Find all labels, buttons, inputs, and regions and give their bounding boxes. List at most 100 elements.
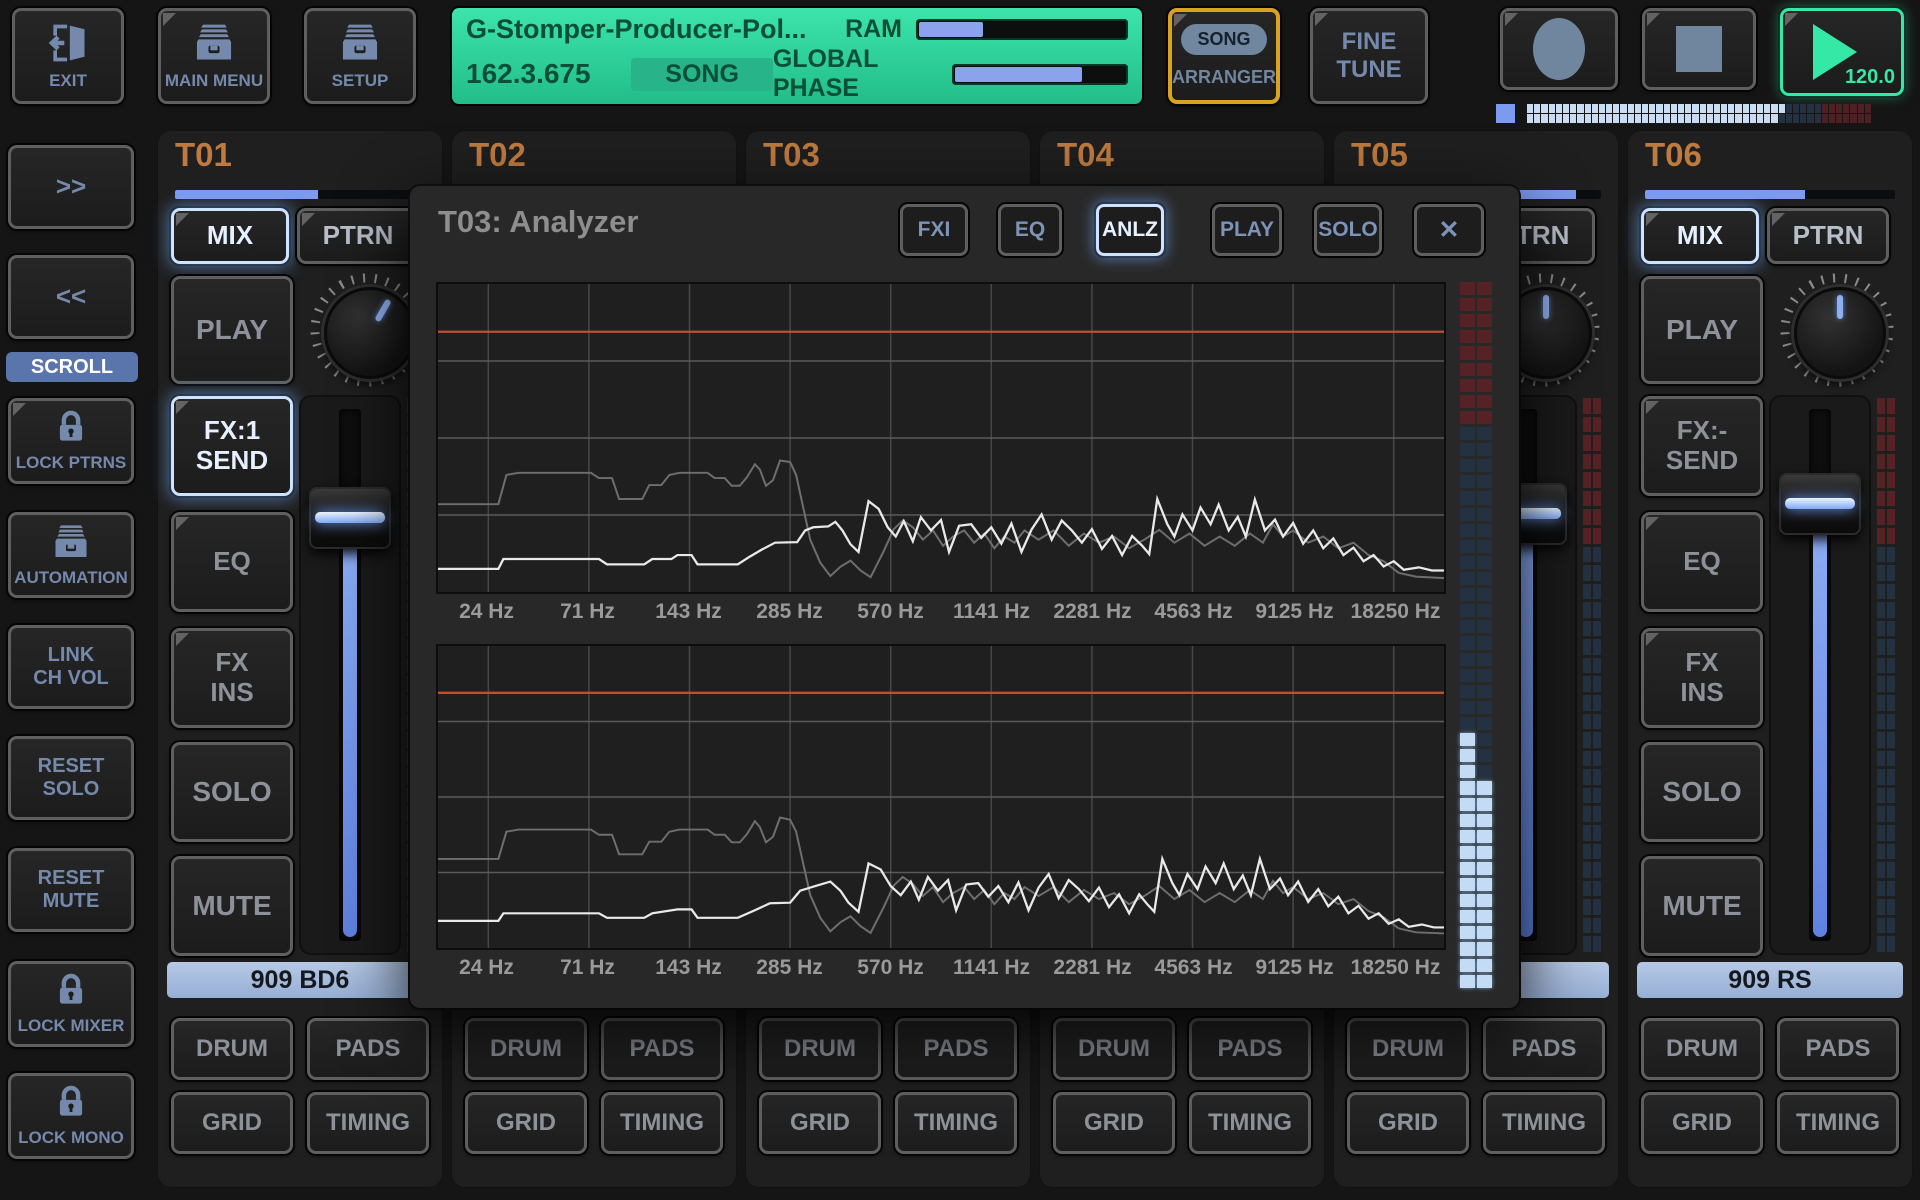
grid-button[interactable]: GRID <box>465 1092 587 1154</box>
track-progress-fill <box>175 190 318 199</box>
dialog-solo-button[interactable]: SOLO <box>1314 204 1382 256</box>
timing-button[interactable]: TIMING <box>307 1092 429 1154</box>
project-name: G-Stomper-Producer-Pol... <box>466 14 807 45</box>
song-arranger-button[interactable]: SONG ARRANGER <box>1168 8 1280 104</box>
sound-name-chip[interactable]: 909 RS <box>1637 962 1903 998</box>
track-title: T02 <box>469 136 526 174</box>
track-play-button[interactable]: PLAY <box>1641 276 1763 384</box>
lock-patterns-button[interactable]: LOCK PTRNS <box>8 398 134 484</box>
timing-button[interactable]: TIMING <box>895 1092 1017 1154</box>
dialog-fxi-tab[interactable]: FXI <box>900 204 968 256</box>
ptrn-button[interactable]: PTRN <box>297 208 419 264</box>
drum-button[interactable]: DRUM <box>1053 1018 1175 1080</box>
mix-button[interactable]: MIX <box>1641 208 1759 264</box>
solo-button[interactable]: SOLO <box>1641 742 1763 842</box>
drum-button[interactable]: DRUM <box>1347 1018 1469 1080</box>
setup-button[interactable]: SETUP <box>304 8 416 104</box>
dialog-title: T03: Analyzer <box>438 204 638 240</box>
eq-button[interactable]: EQ <box>1641 512 1763 612</box>
fx-insert-button[interactable]: FXINS <box>1641 628 1763 728</box>
dialog-close-button[interactable]: ✕ <box>1414 204 1484 256</box>
grid-button[interactable]: GRID <box>1053 1092 1175 1154</box>
freq-label: 4563 Hz <box>1154 956 1232 980</box>
mode-badge: SONG <box>631 58 772 91</box>
mute-button[interactable]: MUTE <box>1641 856 1763 956</box>
automation-button[interactable]: AUTOMATION <box>8 512 134 598</box>
grid-button[interactable]: GRID <box>1347 1092 1469 1154</box>
volume-knob-pointer <box>1837 295 1843 319</box>
fx-send-button[interactable]: FX:-SEND <box>1641 396 1763 496</box>
timing-button[interactable]: TIMING <box>601 1092 723 1154</box>
drum-button[interactable]: DRUM <box>1641 1018 1763 1080</box>
pads-button[interactable]: PADS <box>1777 1018 1899 1080</box>
song-position: 162.3.675 <box>466 58 607 90</box>
volume-fader[interactable] <box>1769 395 1871 955</box>
track-progress-fill <box>1645 190 1805 199</box>
lock-icon <box>51 1084 91 1122</box>
pads-button[interactable]: PADS <box>1483 1018 1605 1080</box>
corner-fold <box>176 213 189 226</box>
dialog-level-meter <box>1460 282 1492 988</box>
dialog-analyzer-tab[interactable]: ANLZ <box>1096 204 1164 256</box>
corner-fold <box>13 403 26 416</box>
mix-button[interactable]: MIX <box>171 208 289 264</box>
record-button[interactable] <box>1500 8 1618 90</box>
ptrn-button[interactable]: PTRN <box>1767 208 1889 264</box>
grid-button[interactable]: GRID <box>171 1092 293 1154</box>
dialog-play-button[interactable]: PLAY <box>1212 204 1282 256</box>
freq-label: 9125 Hz <box>1255 956 1333 980</box>
sound-name-chip[interactable]: 909 BD6 <box>167 962 433 998</box>
volume-fader[interactable] <box>299 395 401 955</box>
scroll-left-button[interactable]: << <box>8 255 134 339</box>
link-channel-volume-button[interactable]: LINK CH VOL <box>8 625 134 709</box>
fine-tune-button[interactable]: FINE TUNE <box>1310 8 1428 104</box>
fader-handle[interactable] <box>309 487 391 549</box>
knob-body <box>1794 287 1886 379</box>
lock-mixer-button[interactable]: LOCK MIXER <box>8 961 134 1047</box>
drum-button[interactable]: DRUM <box>171 1018 293 1080</box>
reset-solo-button[interactable]: RESET SOLO <box>8 736 134 820</box>
lock-mono-button[interactable]: LOCK MONO <box>8 1073 134 1159</box>
pads-button[interactable]: PADS <box>1189 1018 1311 1080</box>
pads-button[interactable]: PADS <box>895 1018 1017 1080</box>
grid-button[interactable]: GRID <box>759 1092 881 1154</box>
setup-icon <box>337 21 383 65</box>
reset-mute-button[interactable]: RESET MUTE <box>8 848 134 932</box>
automation-icon <box>50 522 92 562</box>
dialog-eq-tab[interactable]: EQ <box>998 204 1062 256</box>
solo-button[interactable]: SOLO <box>171 742 293 842</box>
timing-button[interactable]: TIMING <box>1483 1092 1605 1154</box>
frequency-axis-top: 24 Hz71 Hz143 Hz285 Hz570 Hz1141 Hz2281 … <box>436 596 1446 630</box>
track-play-button[interactable]: PLAY <box>171 276 293 384</box>
fader-handle[interactable] <box>1779 473 1861 535</box>
eq-button[interactable]: EQ <box>171 512 293 612</box>
timing-button[interactable]: TIMING <box>1777 1092 1899 1154</box>
volume-knob[interactable] <box>1779 272 1895 388</box>
play-button[interactable]: 120.0 <box>1780 8 1904 96</box>
pads-button[interactable]: PADS <box>307 1018 429 1080</box>
song-display[interactable]: G-Stomper-Producer-Pol... RAM 162.3.675 … <box>452 8 1142 104</box>
lock-icon <box>51 972 91 1010</box>
timing-button[interactable]: TIMING <box>1189 1092 1311 1154</box>
corner-fold <box>1772 213 1785 226</box>
fx-insert-button[interactable]: FXINS <box>171 628 293 728</box>
volume-knob-pointer <box>374 299 391 323</box>
corner-fold <box>1785 13 1798 26</box>
mute-button[interactable]: MUTE <box>171 856 293 956</box>
corner-fold <box>1647 13 1660 26</box>
pads-button[interactable]: PADS <box>601 1018 723 1080</box>
main-menu-icon <box>191 21 237 65</box>
drum-button[interactable]: DRUM <box>465 1018 587 1080</box>
drum-button[interactable]: DRUM <box>759 1018 881 1080</box>
fx-send-button[interactable]: FX:1SEND <box>171 396 293 496</box>
stop-button[interactable] <box>1642 8 1756 90</box>
ram-label: RAM <box>845 15 902 44</box>
scroll-right-button[interactable]: >> <box>8 145 134 229</box>
main-menu-button[interactable]: MAIN MENU <box>158 8 270 104</box>
volume-knob[interactable] <box>309 272 425 388</box>
track-pattern-progress <box>1645 190 1895 199</box>
knob-body <box>324 287 416 379</box>
exit-button[interactable]: EXIT <box>12 8 124 104</box>
grid-button[interactable]: GRID <box>1641 1092 1763 1154</box>
analyzer-dialog: T03: Analyzer FXI EQ ANLZ PLAY SOLO ✕ 24… <box>410 186 1519 1008</box>
